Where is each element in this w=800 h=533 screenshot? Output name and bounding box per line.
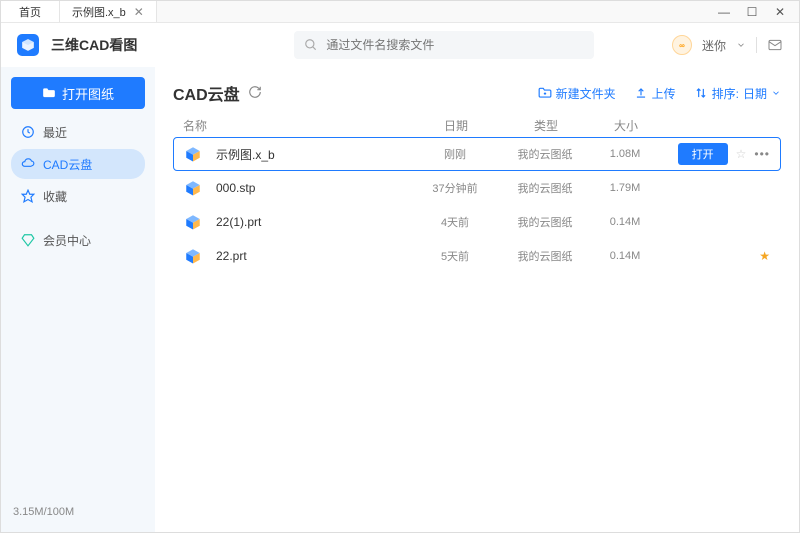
more-icon[interactable]: ••• [754, 147, 770, 161]
sort-icon [694, 86, 708, 100]
sort-button[interactable]: 排序:日期 [694, 85, 781, 102]
search-icon [304, 38, 318, 52]
file-type: 我的云图纸 [500, 180, 590, 196]
file-type-icon [184, 213, 202, 231]
col-size-header: 大小 [591, 117, 661, 134]
file-type: 我的云图纸 [500, 248, 590, 264]
app-logo-icon [17, 34, 39, 56]
window-controls: — ☐ ✕ [705, 1, 799, 22]
file-type-icon [184, 145, 202, 163]
sidebar-item-member[interactable]: 会员中心 [11, 225, 145, 255]
sidebar-item-label: 会员中心 [43, 232, 91, 249]
close-icon[interactable]: ✕ [134, 5, 144, 19]
file-type: 我的云图纸 [500, 146, 590, 162]
sidebar-item-label: CAD云盘 [43, 156, 92, 173]
file-name: 示例图.x_b [216, 146, 410, 163]
file-name: 22.prt [216, 249, 410, 263]
titlebar: 首页 示例图.x_b ✕ — ☐ ✕ [1, 1, 799, 23]
tab-home[interactable]: 首页 [1, 1, 60, 22]
close-button[interactable]: ✕ [773, 5, 787, 19]
search-box[interactable] [294, 31, 594, 59]
file-date: 刚刚 [410, 146, 500, 162]
new-folder-button[interactable]: 新建文件夹 [538, 85, 616, 102]
upload-icon [634, 86, 648, 100]
file-row[interactable]: 22.prt5天前我的云图纸0.14M ★ [173, 239, 781, 273]
open-drawing-button[interactable]: 打开图纸 [11, 77, 145, 109]
sort-prefix: 排序: [712, 85, 739, 102]
sort-value: 日期 [743, 85, 767, 102]
file-type-icon [184, 179, 202, 197]
col-date-header: 日期 [411, 117, 501, 134]
cloud-icon [21, 157, 35, 171]
storage-indicator: 3.15M/100M [11, 502, 145, 522]
sidebar-item-cloud[interactable]: CAD云盘 [11, 149, 145, 179]
file-size: 1.79M [590, 182, 660, 194]
mail-icon[interactable] [767, 37, 783, 53]
col-name-header: 名称 [183, 117, 411, 134]
maximize-button[interactable]: ☐ [745, 5, 759, 19]
sidebar-item-recent[interactable]: 最近 [11, 117, 145, 147]
file-row[interactable]: 示例图.x_b刚刚我的云图纸1.08M 打开 ☆ ••• [173, 137, 781, 171]
file-type-icon [184, 247, 202, 265]
sidebar-item-label: 最近 [43, 124, 67, 141]
upload-button[interactable]: 上传 [634, 85, 676, 102]
sidebar: 打开图纸 最近 CAD云盘 收藏 会员中心 3.15M/100M [1, 67, 155, 532]
star-icon [21, 189, 35, 203]
sidebar-item-favorites[interactable]: 收藏 [11, 181, 145, 211]
file-list: 示例图.x_b刚刚我的云图纸1.08M打开☆•••000.stp37分钟前我的云… [173, 137, 781, 273]
diamond-icon [21, 233, 35, 247]
file-size: 0.14M [590, 216, 660, 228]
file-date: 5天前 [410, 248, 500, 264]
action-label: 新建文件夹 [556, 85, 616, 102]
file-date: 4天前 [410, 214, 500, 230]
chevron-down-icon [771, 88, 781, 98]
minimize-button[interactable]: — [717, 5, 731, 19]
col-type-header: 类型 [501, 117, 591, 134]
file-row[interactable]: 22(1).prt4天前我的云图纸0.14M [173, 205, 781, 239]
chevron-down-icon[interactable] [736, 40, 746, 50]
sidebar-item-label: 收藏 [43, 188, 67, 205]
mini-label[interactable]: 迷你 [702, 37, 726, 54]
page-title: CAD云盘 [173, 81, 240, 105]
refresh-icon[interactable] [248, 85, 262, 102]
folder-icon [42, 86, 56, 100]
mini-badge-icon[interactable]: ∞ [672, 35, 692, 55]
tab-file[interactable]: 示例图.x_b ✕ [60, 1, 157, 22]
app-title: 三维CAD看图 [51, 35, 137, 55]
file-name: 000.stp [216, 181, 410, 195]
file-size: 0.14M [590, 250, 660, 262]
main-content: CAD云盘 新建文件夹 上传 排序:日期 [155, 67, 799, 532]
file-name: 22(1).prt [216, 215, 410, 229]
clock-icon [21, 125, 35, 139]
star-icon[interactable]: ☆ [736, 147, 747, 161]
file-date: 37分钟前 [410, 180, 500, 196]
file-size: 1.08M [590, 148, 660, 160]
file-type: 我的云图纸 [500, 214, 590, 230]
folder-plus-icon [538, 86, 552, 100]
action-label: 上传 [652, 85, 676, 102]
open-file-button[interactable]: 打开 [678, 143, 728, 165]
open-button-label: 打开图纸 [62, 84, 114, 103]
search-input[interactable] [326, 38, 584, 52]
star-icon[interactable]: ★ [759, 249, 770, 263]
file-row[interactable]: 000.stp37分钟前我的云图纸1.79M [173, 171, 781, 205]
header: 三维CAD看图 ∞ 迷你 [1, 23, 799, 67]
tab-label: 首页 [19, 4, 41, 20]
tab-label: 示例图.x_b [72, 4, 126, 20]
